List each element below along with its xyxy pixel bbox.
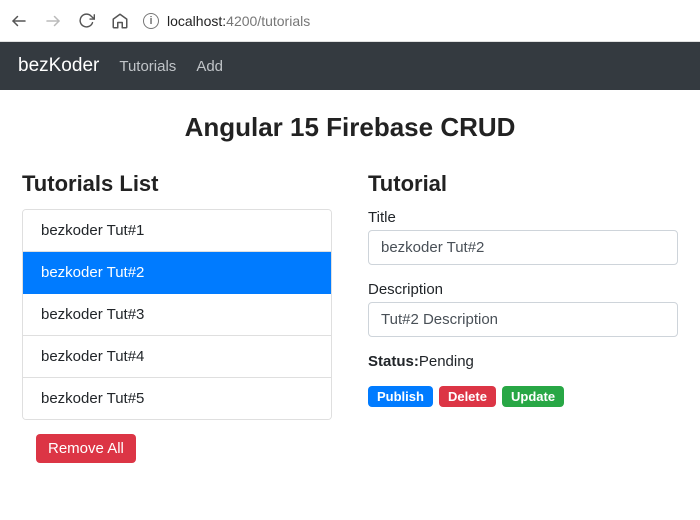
detail-heading: Tutorial bbox=[368, 171, 678, 197]
update-button[interactable]: Update bbox=[502, 386, 564, 407]
reload-icon[interactable] bbox=[78, 12, 95, 29]
list-item-label: bezkoder Tut#2 bbox=[41, 264, 144, 281]
nav-link-add[interactable]: Add bbox=[196, 58, 223, 75]
list-item[interactable]: bezkoder Tut#3 bbox=[23, 294, 331, 336]
page-body: Angular 15 Firebase CRUD Tutorials List … bbox=[0, 90, 700, 493]
remove-all-button[interactable]: Remove All bbox=[36, 434, 136, 463]
detail-actions: Publish Delete Update bbox=[368, 386, 678, 407]
list-item[interactable]: bezkoder Tut#5 bbox=[23, 378, 331, 419]
remove-all-wrap: Remove All bbox=[22, 434, 332, 463]
home-icon[interactable] bbox=[111, 12, 129, 30]
url-path: 4200/tutorials bbox=[226, 13, 310, 29]
delete-button[interactable]: Delete bbox=[439, 386, 496, 407]
forward-icon[interactable] bbox=[44, 12, 62, 30]
site-info-icon[interactable]: i bbox=[143, 13, 159, 29]
title-input[interactable] bbox=[368, 230, 678, 265]
status-line: Status:Pending bbox=[368, 353, 678, 370]
list-item-label: bezkoder Tut#4 bbox=[41, 348, 144, 365]
list-item-label: bezkoder Tut#5 bbox=[41, 390, 144, 407]
page-title: Angular 15 Firebase CRUD bbox=[22, 112, 678, 143]
brand[interactable]: bezKoder bbox=[18, 55, 99, 77]
back-icon[interactable] bbox=[10, 12, 28, 30]
tutorial-detail-column: Tutorial Title Description Status:Pendin… bbox=[368, 171, 678, 463]
tutorials-list-column: Tutorials List bezkoder Tut#1 bezkoder T… bbox=[22, 171, 332, 463]
list-item-label: bezkoder Tut#1 bbox=[41, 222, 144, 239]
columns: Tutorials List bezkoder Tut#1 bezkoder T… bbox=[22, 171, 678, 463]
url-text: localhost:4200/tutorials bbox=[167, 13, 310, 29]
list-item[interactable]: bezkoder Tut#1 bbox=[23, 210, 331, 252]
list-item[interactable]: bezkoder Tut#4 bbox=[23, 336, 331, 378]
url-host: localhost: bbox=[167, 13, 226, 29]
publish-button[interactable]: Publish bbox=[368, 386, 433, 407]
address-bar[interactable]: i localhost:4200/tutorials bbox=[143, 13, 310, 29]
description-label: Description bbox=[368, 281, 678, 298]
description-input[interactable] bbox=[368, 302, 678, 337]
browser-toolbar: i localhost:4200/tutorials bbox=[0, 0, 700, 42]
browser-nav-icons bbox=[10, 12, 129, 30]
list-heading: Tutorials List bbox=[22, 171, 332, 197]
app-navbar: bezKoder Tutorials Add bbox=[0, 42, 700, 90]
title-label: Title bbox=[368, 209, 678, 226]
status-label: Status: bbox=[368, 353, 419, 370]
status-value: Pending bbox=[419, 353, 474, 370]
list-item[interactable]: bezkoder Tut#2 bbox=[23, 252, 331, 294]
nav-link-tutorials[interactable]: Tutorials bbox=[119, 58, 176, 75]
list-item-label: bezkoder Tut#3 bbox=[41, 306, 144, 323]
tutorials-list: bezkoder Tut#1 bezkoder Tut#2 bezkoder T… bbox=[22, 209, 332, 420]
